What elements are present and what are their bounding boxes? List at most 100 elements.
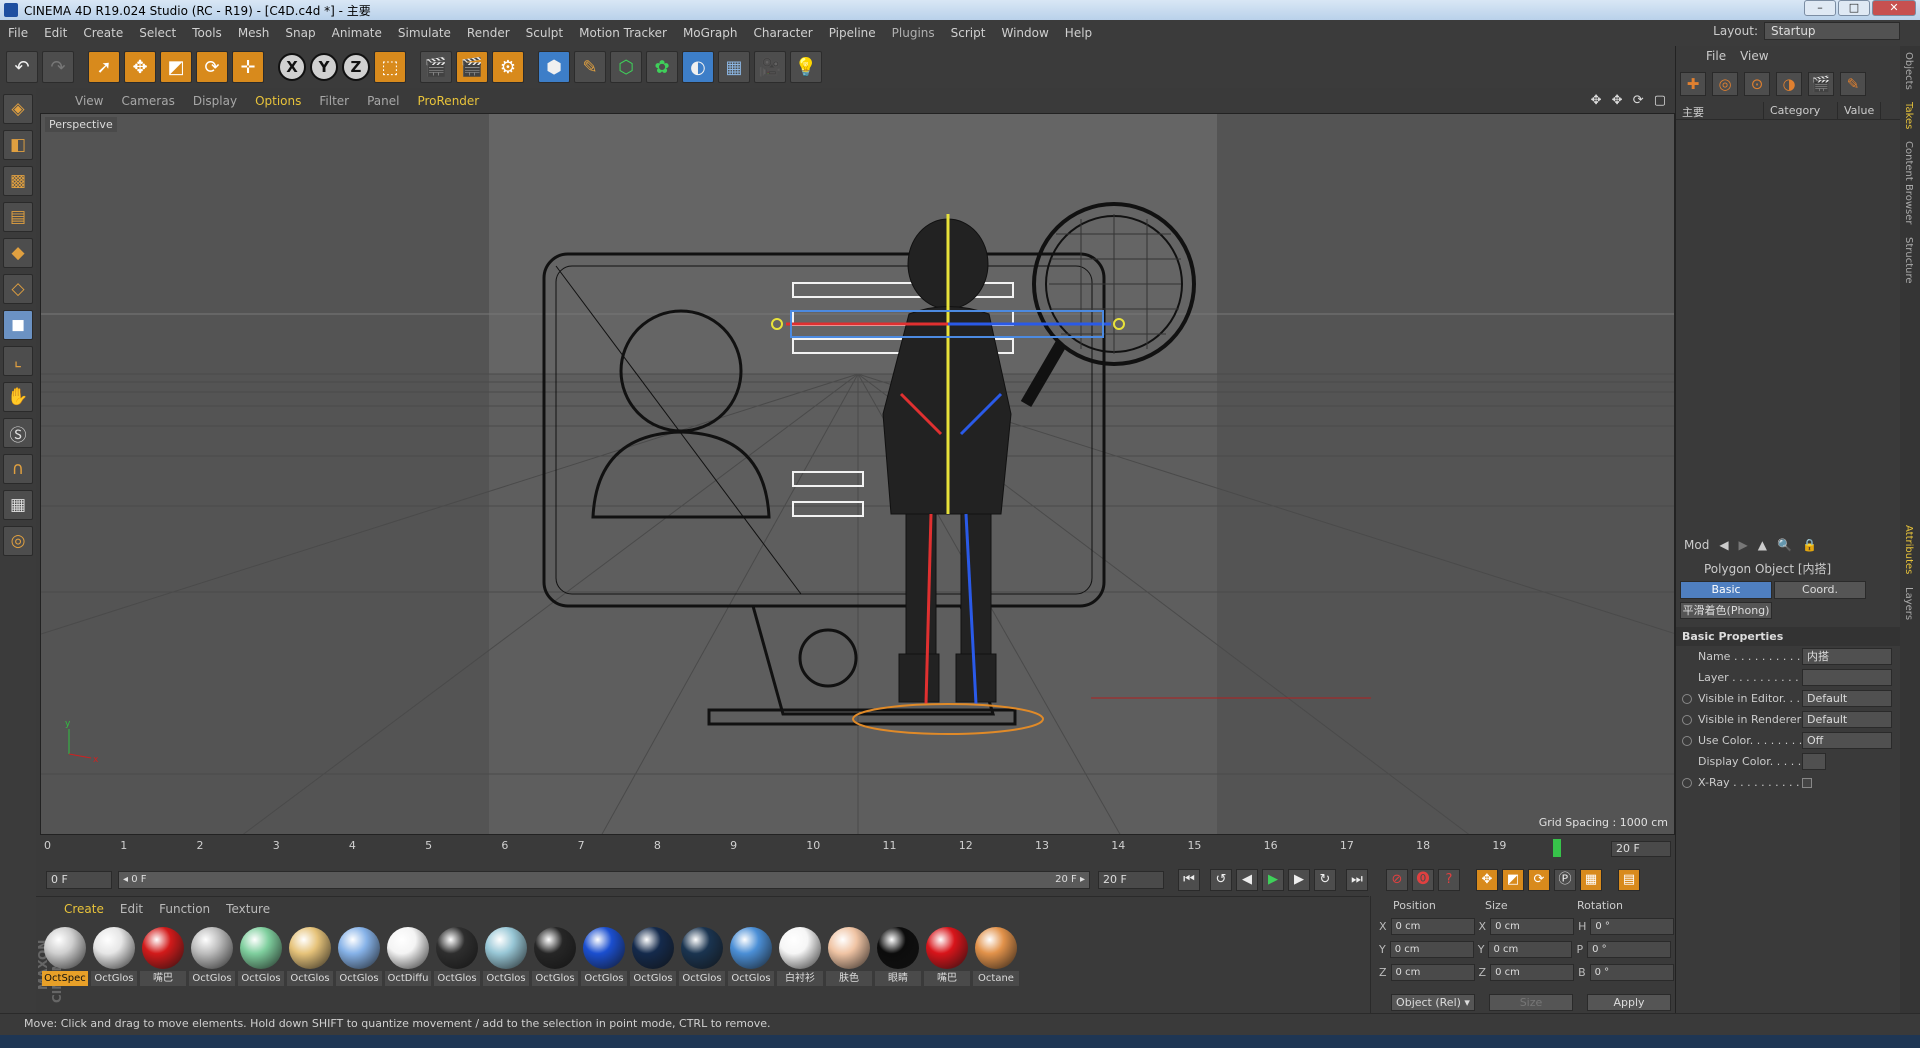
workplane-mode-icon[interactable]: ▤ [3, 202, 33, 232]
material-item[interactable]: OctGlos [629, 924, 677, 986]
record-rotation-icon[interactable]: ⟳ [1528, 869, 1550, 891]
autokeying-icon[interactable]: ⓿ [1412, 869, 1434, 891]
polygons-mode-icon[interactable]: ◼ [3, 310, 33, 340]
menu-snap[interactable]: Snap [277, 26, 323, 40]
search-icon[interactable]: 🔍 [1777, 538, 1792, 552]
keyframe-selection-icon[interactable]: ? [1438, 869, 1460, 891]
side-tab-layers[interactable]: Layers [1900, 581, 1917, 626]
add-object-icon[interactable]: ✚ [1680, 72, 1706, 96]
menu-script[interactable]: Script [943, 26, 994, 40]
material-item[interactable]: OctGlos [580, 924, 628, 986]
render-view-icon[interactable]: 🎬 [420, 51, 452, 83]
menu-create[interactable]: Create [75, 26, 131, 40]
next-frame-icon[interactable]: ▶ [1288, 869, 1310, 891]
material-item[interactable]: OctGlos [188, 924, 236, 986]
filter-icon[interactable]: ◑ [1776, 72, 1802, 96]
animate-radio-icon[interactable] [1682, 735, 1692, 746]
menu-pipeline[interactable]: Pipeline [821, 26, 884, 40]
side-tab-objects[interactable]: Objects [1900, 46, 1917, 96]
viewport-nav-icons[interactable]: ✥ ✥ ⟳ ▢ [1591, 93, 1669, 108]
coordinate-system-icon[interactable]: ⬚ [374, 51, 406, 83]
render-setting-icon[interactable]: 🎬 [1808, 72, 1834, 96]
menu-character[interactable]: Character [745, 26, 820, 40]
size-y-field[interactable]: 0 cm [1488, 941, 1573, 958]
apply-button[interactable]: Apply [1587, 994, 1671, 1011]
up-arrow-icon[interactable]: ▲ [1758, 538, 1767, 552]
attribute-value[interactable]: Default [1802, 711, 1892, 728]
subdivision-icon[interactable]: ⬡ [610, 51, 642, 83]
forward-arrow-icon[interactable]: ▶ [1739, 538, 1748, 552]
menu-mograph[interactable]: MoGraph [675, 26, 746, 40]
previous-key-icon[interactable]: ↺ [1210, 869, 1232, 891]
material-item[interactable]: 肤色 [825, 924, 873, 986]
animate-radio-icon[interactable] [1682, 777, 1692, 788]
start-frame-field[interactable]: 0 F [46, 871, 112, 889]
close-button[interactable]: ✕ [1872, 0, 1916, 16]
play-forward-icon[interactable]: ▶ [1262, 869, 1284, 891]
material-item[interactable]: 白衬衫 [776, 924, 824, 986]
attribute-value[interactable] [1802, 753, 1826, 770]
objects-menu-file[interactable]: File [1706, 49, 1726, 63]
rotation-b-field[interactable]: 0 ° [1589, 964, 1674, 981]
side-tab-attributes[interactable]: Attributes [1900, 519, 1917, 580]
preview-range-slider[interactable]: ◂ 0 F 20 F ▸ [118, 871, 1090, 889]
material-item[interactable]: OctGlos [286, 924, 334, 986]
record-active-objects-icon[interactable]: ⊘ [1386, 869, 1408, 891]
size-mode-dropdown[interactable]: Size [1489, 994, 1573, 1011]
material-menu-edit[interactable]: Edit [120, 902, 143, 916]
main-take-column[interactable]: 主要 [1676, 102, 1764, 119]
back-arrow-icon[interactable]: ◀ [1719, 538, 1728, 552]
material-item[interactable]: OctDiffu [384, 924, 432, 986]
tab-coord[interactable]: Coord. [1774, 581, 1866, 599]
timeline-window-icon[interactable]: ▤ [1618, 869, 1640, 891]
viewport-camera-label[interactable]: Perspective [45, 117, 117, 132]
material-menu-function[interactable]: Function [159, 902, 210, 916]
material-item[interactable]: OctGlos [727, 924, 775, 986]
objects-menu-view[interactable]: View [1740, 49, 1768, 63]
viewport-menu-panel[interactable]: Panel [358, 94, 408, 108]
tweak-mode-icon[interactable]: ✋ [3, 382, 33, 412]
current-frame-marker[interactable] [1553, 839, 1562, 857]
mode-menu[interactable]: Mod [1684, 538, 1709, 552]
current-frame-field[interactable]: 20 F [1611, 841, 1671, 857]
attribute-value[interactable]: 内搭 [1802, 648, 1892, 665]
material-item[interactable]: 嘴巴 [139, 924, 187, 986]
material-item[interactable]: OctGlos [678, 924, 726, 986]
tab-basic[interactable]: Basic [1680, 581, 1772, 599]
menu-file[interactable]: File [0, 26, 36, 40]
render-to-picture-viewer-icon[interactable]: 🎬 [456, 51, 488, 83]
material-item[interactable]: OctGlos [237, 924, 285, 986]
planar-workplane-icon[interactable]: ◎ [3, 526, 33, 556]
menu-render[interactable]: Render [459, 26, 518, 40]
rotate-tool-icon[interactable]: ⟳ [196, 51, 228, 83]
material-menu-texture[interactable]: Texture [226, 902, 270, 916]
axis-mode-icon[interactable]: ⌞ [3, 346, 33, 376]
move-tool-icon[interactable]: ✥ [124, 51, 156, 83]
magnet-icon[interactable]: ∩ [3, 454, 33, 484]
minimize-button[interactable]: – [1804, 0, 1836, 16]
previous-frame-icon[interactable]: ◀ [1236, 869, 1258, 891]
record-scale-icon[interactable]: ◩ [1502, 869, 1524, 891]
viewport-menu-display[interactable]: Display [184, 94, 246, 108]
select-tool-icon[interactable]: ➚ [88, 51, 120, 83]
material-item[interactable]: OctGlos [335, 924, 383, 986]
menu-animate[interactable]: Animate [324, 26, 390, 40]
viewport-menu-view[interactable]: View [66, 94, 112, 108]
y-axis-lock-icon[interactable]: Y [310, 53, 338, 81]
size-z-field[interactable]: 0 cm [1490, 964, 1575, 981]
side-tab-takes[interactable]: Takes [1900, 96, 1917, 135]
points-mode-icon[interactable]: ◆ [3, 238, 33, 268]
attribute-value[interactable]: Off [1802, 732, 1892, 749]
floor-object-icon[interactable]: ▦ [718, 51, 750, 83]
menu-simulate[interactable]: Simulate [390, 26, 459, 40]
make-editable-icon[interactable]: ◈ [3, 94, 33, 124]
material-item[interactable]: OctGlos [531, 924, 579, 986]
position-z-field[interactable]: 0 cm [1390, 964, 1475, 981]
lock-workplane-icon[interactable]: ▦ [3, 490, 33, 520]
material-item[interactable]: OctGlos [482, 924, 530, 986]
menu-tools[interactable]: Tools [184, 26, 230, 40]
undo-icon[interactable]: ↶ [6, 51, 38, 83]
material-item[interactable]: 眼睛 [874, 924, 922, 986]
end-frame-field[interactable]: 20 F [1098, 871, 1164, 889]
menu-help[interactable]: Help [1057, 26, 1100, 40]
